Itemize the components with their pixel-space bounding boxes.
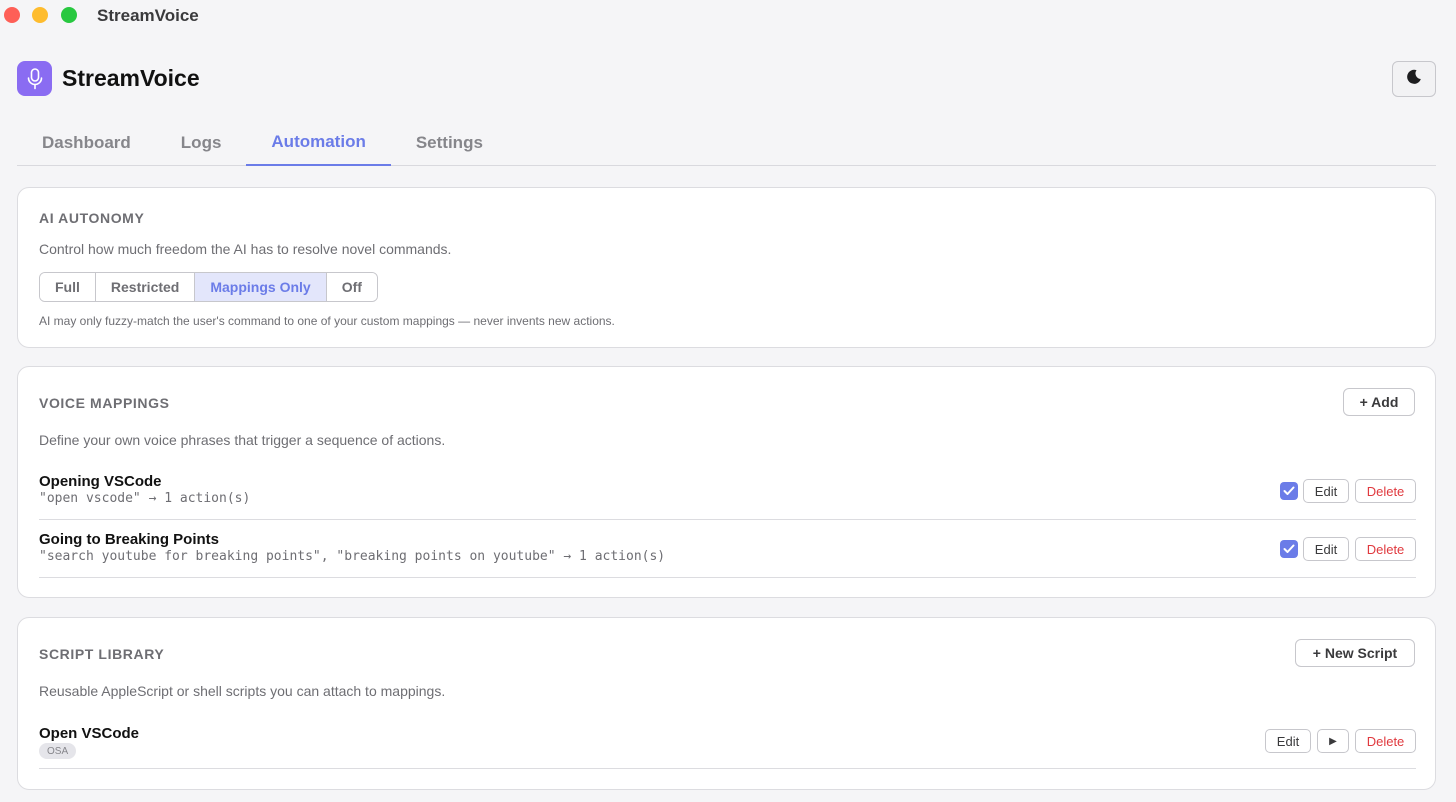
- list-item: Going to Breaking Points "search youtube…: [39, 530, 1416, 578]
- ai-autonomy-card: AI AUTONOMY Control how much freedom the…: [17, 187, 1436, 348]
- section-title: VOICE MAPPINGS: [39, 395, 170, 411]
- mapping-enabled-checkbox[interactable]: [1280, 482, 1298, 500]
- autonomy-option-restricted[interactable]: Restricted: [95, 273, 196, 301]
- autonomy-option-mappings-only[interactable]: Mappings Only: [195, 273, 327, 301]
- title-bar: StreamVoice: [0, 0, 1456, 32]
- zoom-window-button[interactable]: [61, 7, 77, 23]
- section-description: Control how much freedom the AI has to r…: [39, 241, 452, 257]
- moon-icon: [1405, 68, 1423, 91]
- edit-script-button[interactable]: Edit: [1265, 729, 1311, 753]
- window-title: StreamVoice: [97, 6, 199, 25]
- script-type-badge: OSA: [39, 743, 77, 759]
- mapping-detail: "open vscode" → 1 action(s): [39, 491, 251, 506]
- script-library-card: SCRIPT LIBRARY + New Script Reusable App…: [17, 617, 1436, 790]
- mapping-detail: "search youtube for breaking points", "b…: [39, 549, 666, 564]
- delete-mapping-button[interactable]: Delete: [1355, 479, 1416, 503]
- mapping-name: Opening VSCode: [39, 473, 162, 490]
- mapping-enabled-checkbox[interactable]: [1280, 540, 1298, 558]
- list-item: Open VSCode OSA Edit ▶ Delete: [39, 724, 1416, 769]
- microphone-icon: [17, 61, 52, 96]
- section-title: SCRIPT LIBRARY: [39, 646, 165, 662]
- tab-dashboard[interactable]: Dashboard: [17, 124, 156, 166]
- app-name: StreamVoice: [62, 65, 200, 91]
- voice-mappings-card: VOICE MAPPINGS + Add Define your own voi…: [17, 366, 1436, 598]
- edit-mapping-button[interactable]: Edit: [1303, 479, 1349, 503]
- new-script-button[interactable]: + New Script: [1295, 639, 1415, 667]
- edit-mapping-button[interactable]: Edit: [1303, 537, 1349, 561]
- tab-automation[interactable]: Automation: [246, 124, 391, 166]
- mapping-name: Going to Breaking Points: [39, 531, 220, 548]
- autonomy-segmented-control: Full Restricted Mappings Only Off: [39, 272, 378, 302]
- minimize-window-button[interactable]: [32, 7, 48, 23]
- autonomy-option-full[interactable]: Full: [40, 273, 96, 301]
- checkmark-icon: [1283, 486, 1295, 495]
- section-title: AI AUTONOMY: [39, 210, 145, 226]
- run-script-button[interactable]: ▶: [1317, 729, 1349, 753]
- app-header: StreamVoice: [17, 61, 200, 96]
- close-window-button[interactable]: [4, 7, 20, 23]
- play-icon: ▶: [1329, 735, 1337, 747]
- main-tabs: Dashboard Logs Automation Settings: [17, 124, 1436, 166]
- delete-mapping-button[interactable]: Delete: [1355, 537, 1416, 561]
- theme-toggle-button[interactable]: [1392, 61, 1436, 97]
- autonomy-hint: AI may only fuzzy-match the user's comma…: [39, 314, 615, 328]
- delete-script-button[interactable]: Delete: [1355, 729, 1416, 753]
- checkmark-icon: [1283, 544, 1295, 553]
- section-description: Reusable AppleScript or shell scripts yo…: [39, 683, 446, 699]
- script-name: Open VSCode: [39, 725, 140, 742]
- list-item: Opening VSCode "open vscode" → 1 action(…: [39, 472, 1416, 520]
- section-description: Define your own voice phrases that trigg…: [39, 432, 446, 448]
- tab-settings[interactable]: Settings: [391, 124, 508, 166]
- add-mapping-button[interactable]: + Add: [1343, 388, 1415, 416]
- autonomy-option-off[interactable]: Off: [326, 273, 377, 301]
- tab-logs[interactable]: Logs: [156, 124, 247, 166]
